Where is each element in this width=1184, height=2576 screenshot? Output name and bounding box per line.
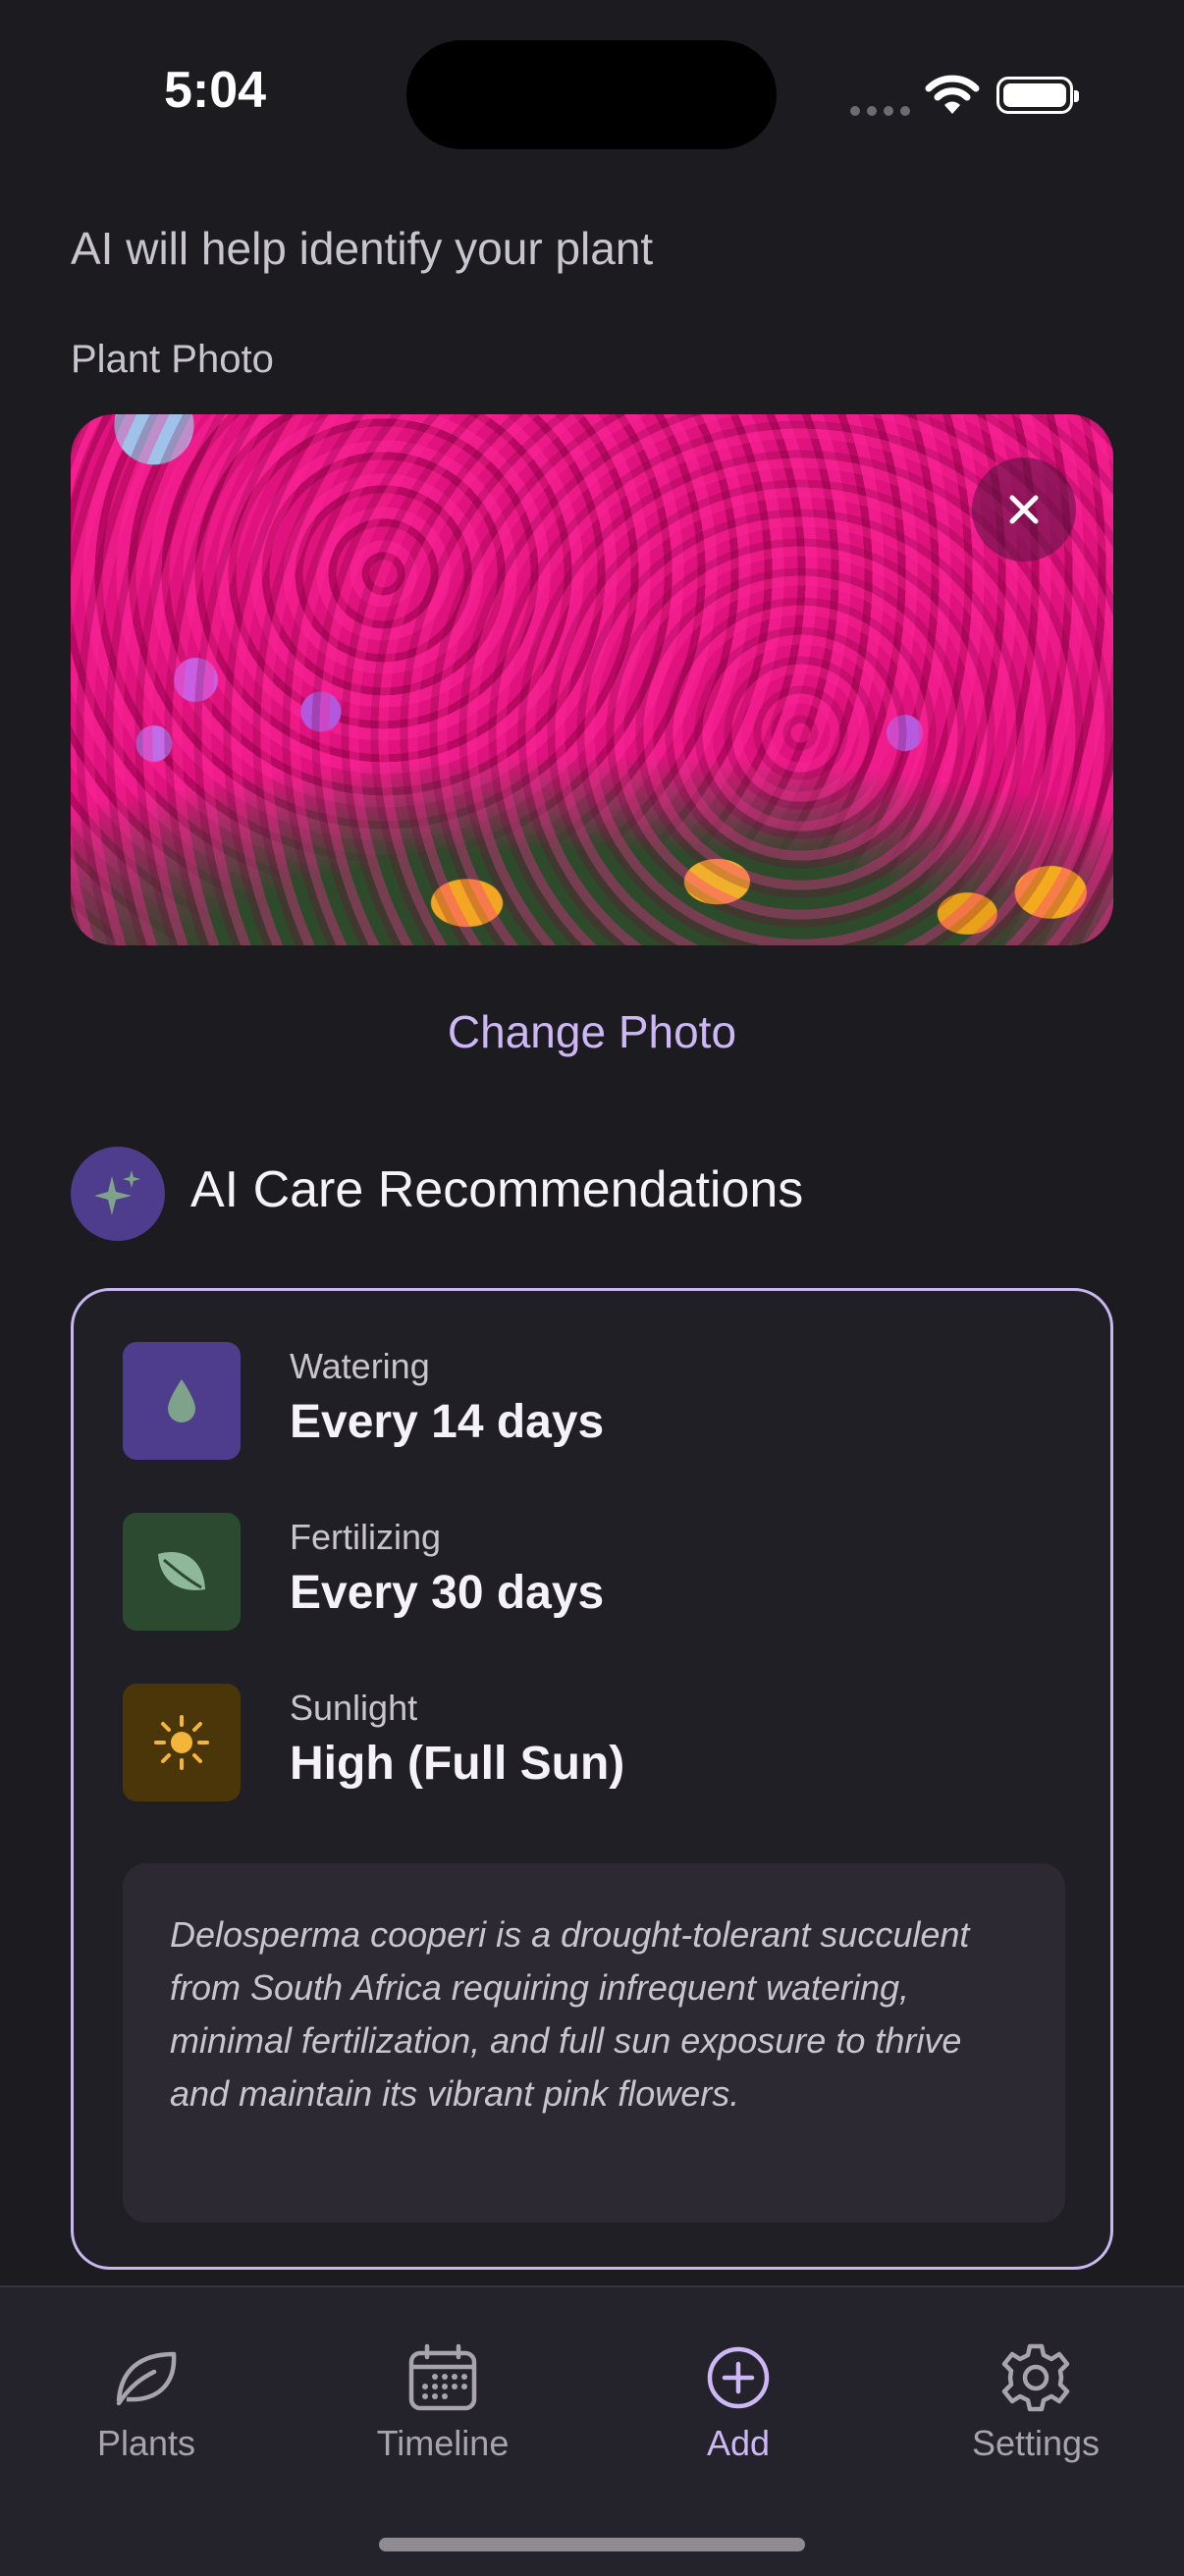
recommendation-label: Sunlight <box>290 1688 418 1728</box>
status-time: 5:04 <box>164 62 267 119</box>
tab-bar: Plants Timeline Add Settings <box>0 2285 1184 2576</box>
recommendation-value: High (Full Sun) <box>290 1738 625 1790</box>
sun-icon <box>123 1684 241 1801</box>
sunlight-recommendation: Sunlight High (Full Sun) <box>123 1684 1006 1801</box>
plant-photo-label: Plant Photo <box>71 338 274 381</box>
tab-label: Plants <box>96 2423 196 2463</box>
tab-settings[interactable]: Settings <box>918 2338 1154 2464</box>
tab-label: Timeline <box>376 2423 510 2463</box>
home-indicator[interactable] <box>379 2538 805 2551</box>
plant-photo <box>71 414 1113 945</box>
tab-label: Settings <box>971 2423 1101 2463</box>
tab-plants[interactable]: Plants <box>28 2338 264 2464</box>
cellular-signal-icon <box>850 106 910 116</box>
page-subtitle: AI will help identify your plant <box>71 223 654 274</box>
change-photo-button[interactable]: Change Photo <box>0 1005 1184 1058</box>
fertilizing-recommendation: Fertilizing Every 30 days <box>123 1513 1006 1631</box>
sparkles-icon <box>71 1147 165 1241</box>
ai-recommendations-title: AI Care Recommendations <box>190 1161 804 1218</box>
gear-icon <box>918 2338 1154 2417</box>
recommendation-label: Watering <box>290 1346 430 1386</box>
leaf-outline-icon <box>28 2338 264 2417</box>
care-description: Delosperma cooperi is a drought-tolerant… <box>123 1863 1065 2223</box>
remove-photo-button[interactable] <box>972 457 1076 562</box>
tab-add[interactable]: Add <box>620 2338 856 2464</box>
recommendation-label: Fertilizing <box>290 1517 442 1557</box>
water-drop-icon <box>123 1342 241 1460</box>
battery-icon <box>996 77 1079 114</box>
wifi-icon <box>925 73 980 121</box>
recommendation-value: Every 30 days <box>290 1567 605 1619</box>
tab-label: Add <box>706 2423 771 2463</box>
calendar-icon <box>325 2338 561 2417</box>
recommendation-value: Every 14 days <box>290 1396 605 1448</box>
watering-recommendation: Watering Every 14 days <box>123 1342 1006 1460</box>
dynamic-island <box>406 40 777 149</box>
leaf-icon <box>123 1513 241 1631</box>
tab-timeline[interactable]: Timeline <box>325 2338 561 2464</box>
ai-recommendations-card: Watering Every 14 days Fertilizing Every… <box>71 1288 1113 2270</box>
plus-circle-icon <box>620 2338 856 2417</box>
close-icon <box>1009 495 1039 524</box>
